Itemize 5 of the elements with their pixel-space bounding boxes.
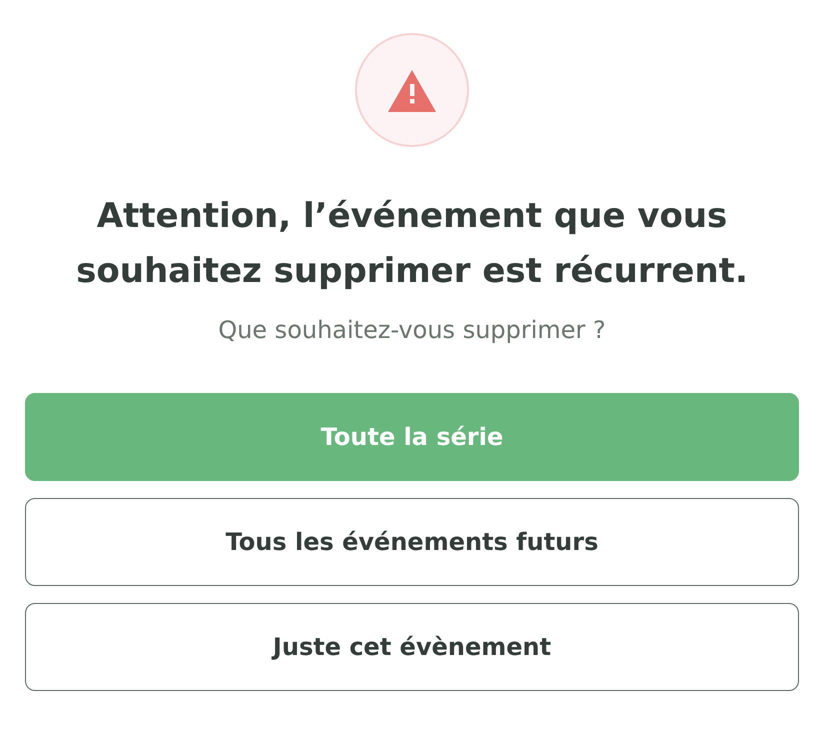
option-button[interactable]: Tous les événements futurs [25,498,799,586]
dialog-title: Attention, l’événement que vous souhaitez supprimer est récurrent. [75,195,749,293]
option-button[interactable]: Juste cet évènement [25,603,799,691]
dialog-subtitle: Que souhaitez-vous supprimer ? [218,315,606,345]
warning-icon [355,33,469,147]
